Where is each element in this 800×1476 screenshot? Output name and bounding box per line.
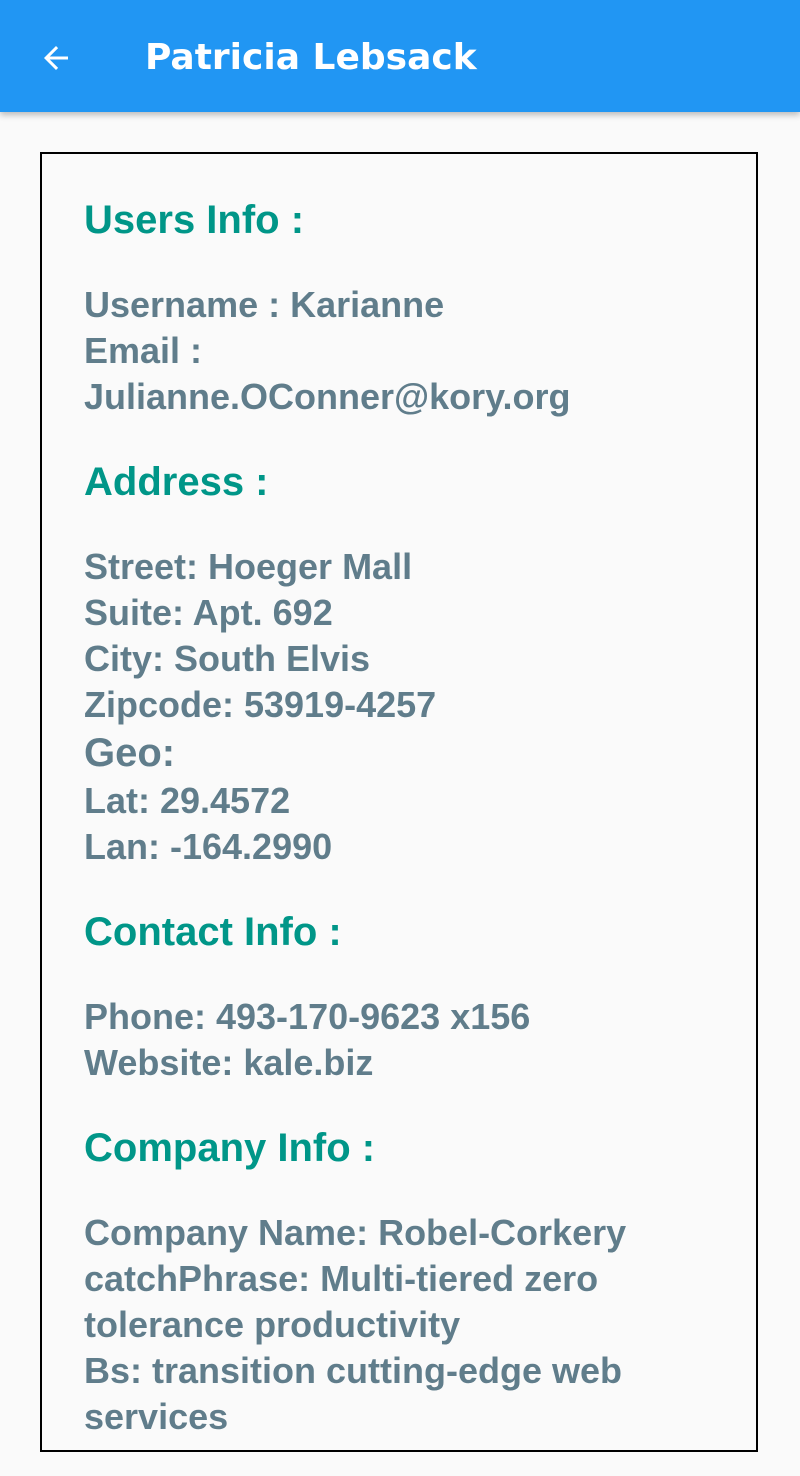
email-label: Email :: [84, 330, 203, 371]
contact-heading: Contact Info :: [84, 910, 342, 954]
users-info-heading: Users Info :: [84, 198, 305, 242]
catch-phrase-text: catchPhrase: Multi-tiered zero tolerance…: [84, 1258, 599, 1345]
address-heading: Address :: [84, 460, 269, 504]
street-text: Street: Hoeger Mall: [84, 546, 413, 587]
city-text: City: South Elvis: [84, 638, 371, 679]
users-info-section: Users Info : Username : Karianne Email :…: [84, 194, 734, 420]
geo-label: Geo:: [84, 731, 176, 775]
suite-text: Suite: Apt. 692: [84, 592, 333, 633]
phone-text: Phone: 493-170-9623 x156: [84, 996, 531, 1037]
page-title: Patricia Lebsack: [145, 37, 477, 78]
email-value: Julianne.OConner@kory.org: [84, 376, 571, 417]
contact-section: Contact Info : Phone: 493-170-9623 x156 …: [84, 906, 734, 1086]
address-section: Address : Street: Hoeger Mall Suite: Apt…: [84, 456, 734, 870]
bs-text: Bs: transition cutting-edge web services: [84, 1350, 623, 1437]
company-section: Company Info : Company Name: Robel-Corke…: [84, 1122, 734, 1440]
card-content[interactable]: Users Info : Username : Karianne Email :…: [84, 194, 734, 1476]
user-details-card: Users Info : Username : Karianne Email :…: [40, 152, 758, 1452]
website-text: Website: kale.biz: [84, 1042, 374, 1083]
lan-text: Lan: -164.2990: [84, 826, 333, 867]
zipcode-text: Zipcode: 53919-4257: [84, 684, 437, 725]
company-name-text: Company Name: Robel-Corkery: [84, 1212, 627, 1253]
lat-text: Lat: 29.4572: [84, 780, 291, 821]
app-bar: Patricia Lebsack: [0, 0, 800, 112]
company-heading: Company Info :: [84, 1126, 376, 1170]
username-text: Username : Karianne: [84, 284, 445, 325]
back-button[interactable]: [28, 30, 84, 86]
arrow-left-icon: [44, 46, 68, 70]
